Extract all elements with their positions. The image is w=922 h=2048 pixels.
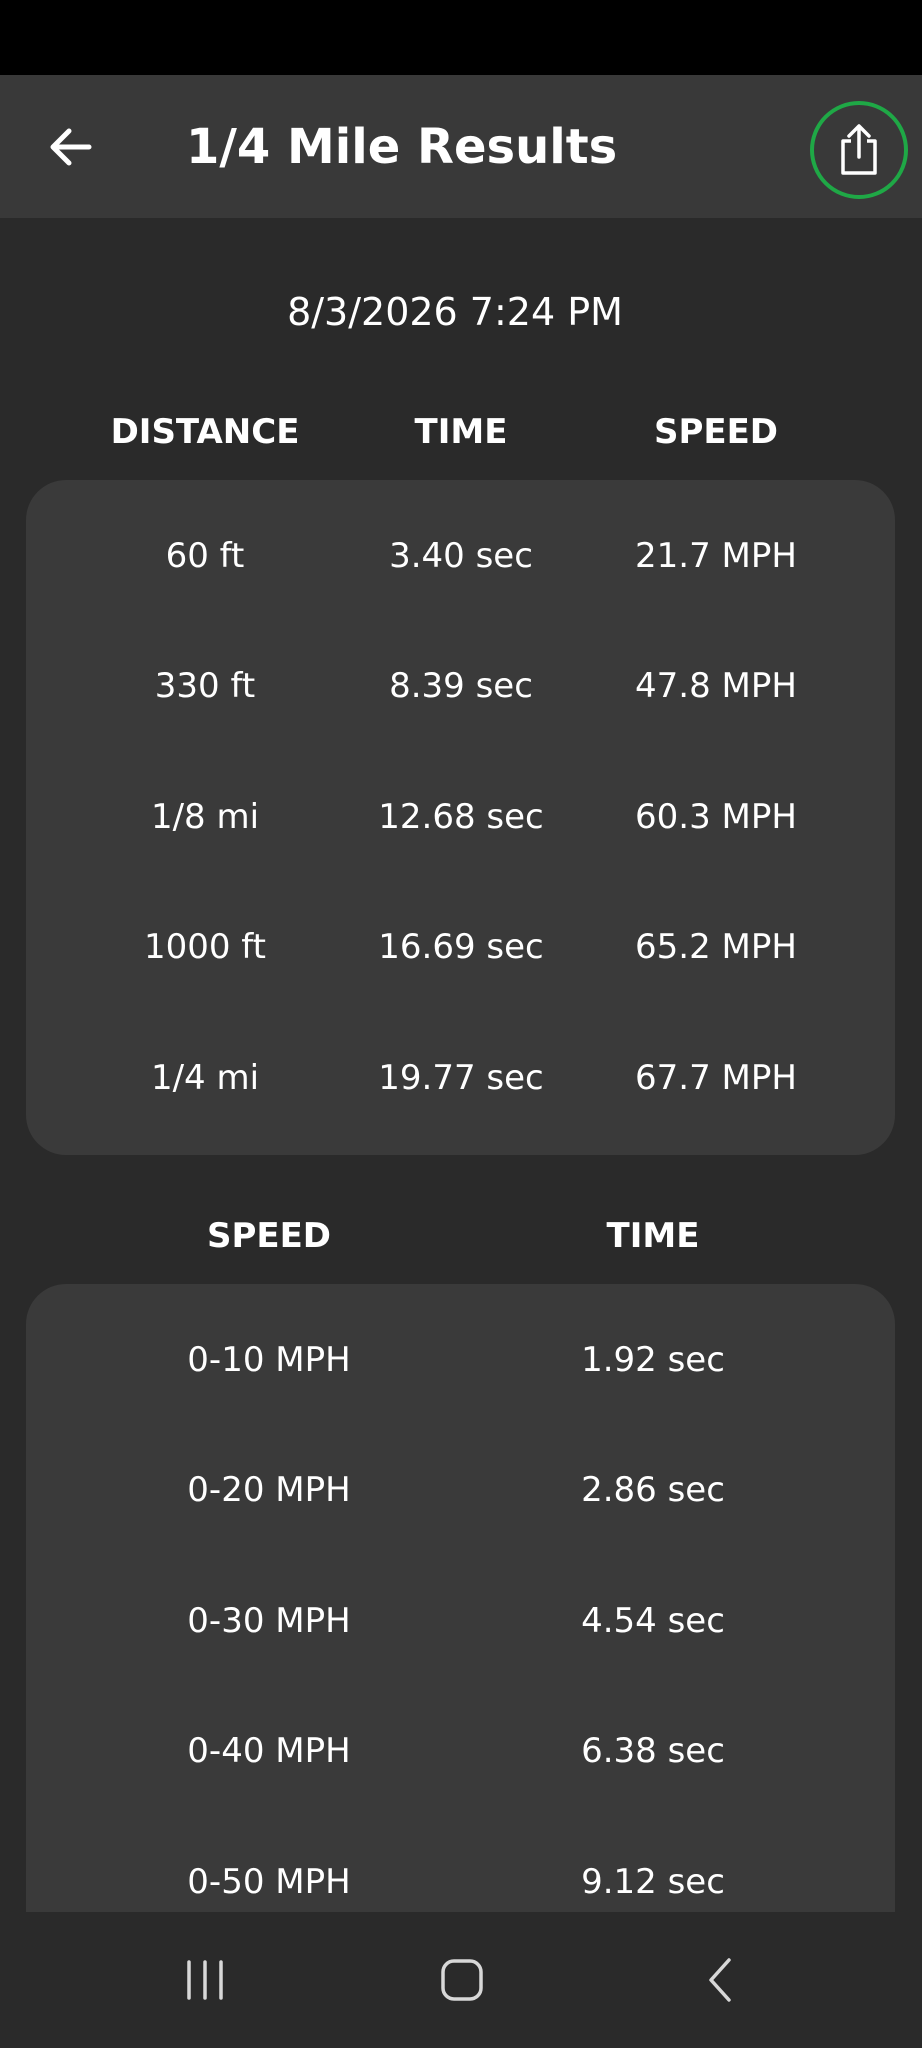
- speed-range-cell: 0-30 MPH: [187, 1601, 351, 1641]
- home-icon: [441, 1959, 483, 2001]
- results-content[interactable]: 8/3/2026 7:24 PM DISTANCE TIME SPEED 60 …: [0, 218, 922, 1912]
- distance-cell: 330 ft: [154, 666, 256, 706]
- time-cell: 16.69 sec: [378, 927, 544, 967]
- speed-column-header: SPEED: [206, 1216, 332, 1256]
- time-cell: 1.92 sec: [581, 1340, 725, 1380]
- speed-range-cell: 0-40 MPH: [187, 1731, 351, 1771]
- speed-range-cell: 0-20 MPH: [187, 1470, 351, 1510]
- arrow-left-icon: [50, 128, 92, 166]
- speed-range-cell: 0-50 MPH: [187, 1862, 351, 1902]
- speed-cell: 65.2 MPH: [635, 927, 797, 967]
- speed-cell: 67.7 MPH: [635, 1058, 797, 1098]
- status-bar: [0, 0, 922, 75]
- nav-back-button[interactable]: [681, 1940, 761, 2020]
- speed-cell: 47.8 MPH: [635, 666, 797, 706]
- speed-column-header: SPEED: [653, 412, 779, 452]
- recents-button[interactable]: [165, 1940, 245, 2020]
- distance-cell: 1000 ft: [143, 927, 267, 967]
- time-cell: 9.12 sec: [581, 1862, 725, 1902]
- distance-column-header: DISTANCE: [110, 412, 300, 452]
- share-button[interactable]: [810, 101, 908, 199]
- speed-cell: 21.7 MPH: [635, 536, 797, 576]
- time-cell: 6.38 sec: [581, 1731, 725, 1771]
- result-timestamp: 8/3/2026 7:24 PM: [287, 290, 623, 334]
- speed-range-cell: 0-10 MPH: [187, 1340, 351, 1380]
- distance-cell: 60 ft: [165, 536, 245, 576]
- time-column-header: TIME: [606, 1216, 700, 1256]
- time-column-header: TIME: [414, 412, 508, 452]
- distance-cell: 1/4 mi: [150, 1058, 260, 1098]
- time-cell: 3.40 sec: [389, 536, 533, 576]
- time-cell: 12.68 sec: [378, 797, 544, 837]
- system-nav-bar: [0, 1912, 922, 2048]
- home-button[interactable]: [422, 1940, 502, 2020]
- speed-cell: 60.3 MPH: [635, 797, 797, 837]
- time-cell: 2.86 sec: [581, 1470, 725, 1510]
- page-title: 1/4 Mile Results: [186, 119, 618, 175]
- share-icon: [841, 124, 877, 175]
- distance-cell: 1/8 mi: [150, 797, 260, 837]
- time-cell: 19.77 sec: [378, 1058, 544, 1098]
- time-cell: 4.54 sec: [581, 1601, 725, 1641]
- distance-results-card: 60 ft 3.40 sec 21.7 MPH 330 ft 8.39 sec …: [26, 480, 895, 1155]
- recents-icon: [187, 1960, 223, 2000]
- back-button[interactable]: [30, 107, 110, 187]
- nav-back-icon: [709, 1958, 731, 2002]
- speed-results-card: 0-10 MPH 1.92 sec 0-20 MPH 2.86 sec 0-30…: [26, 1284, 895, 1912]
- app-bar: 1/4 Mile Results: [0, 75, 922, 218]
- time-cell: 8.39 sec: [389, 666, 533, 706]
